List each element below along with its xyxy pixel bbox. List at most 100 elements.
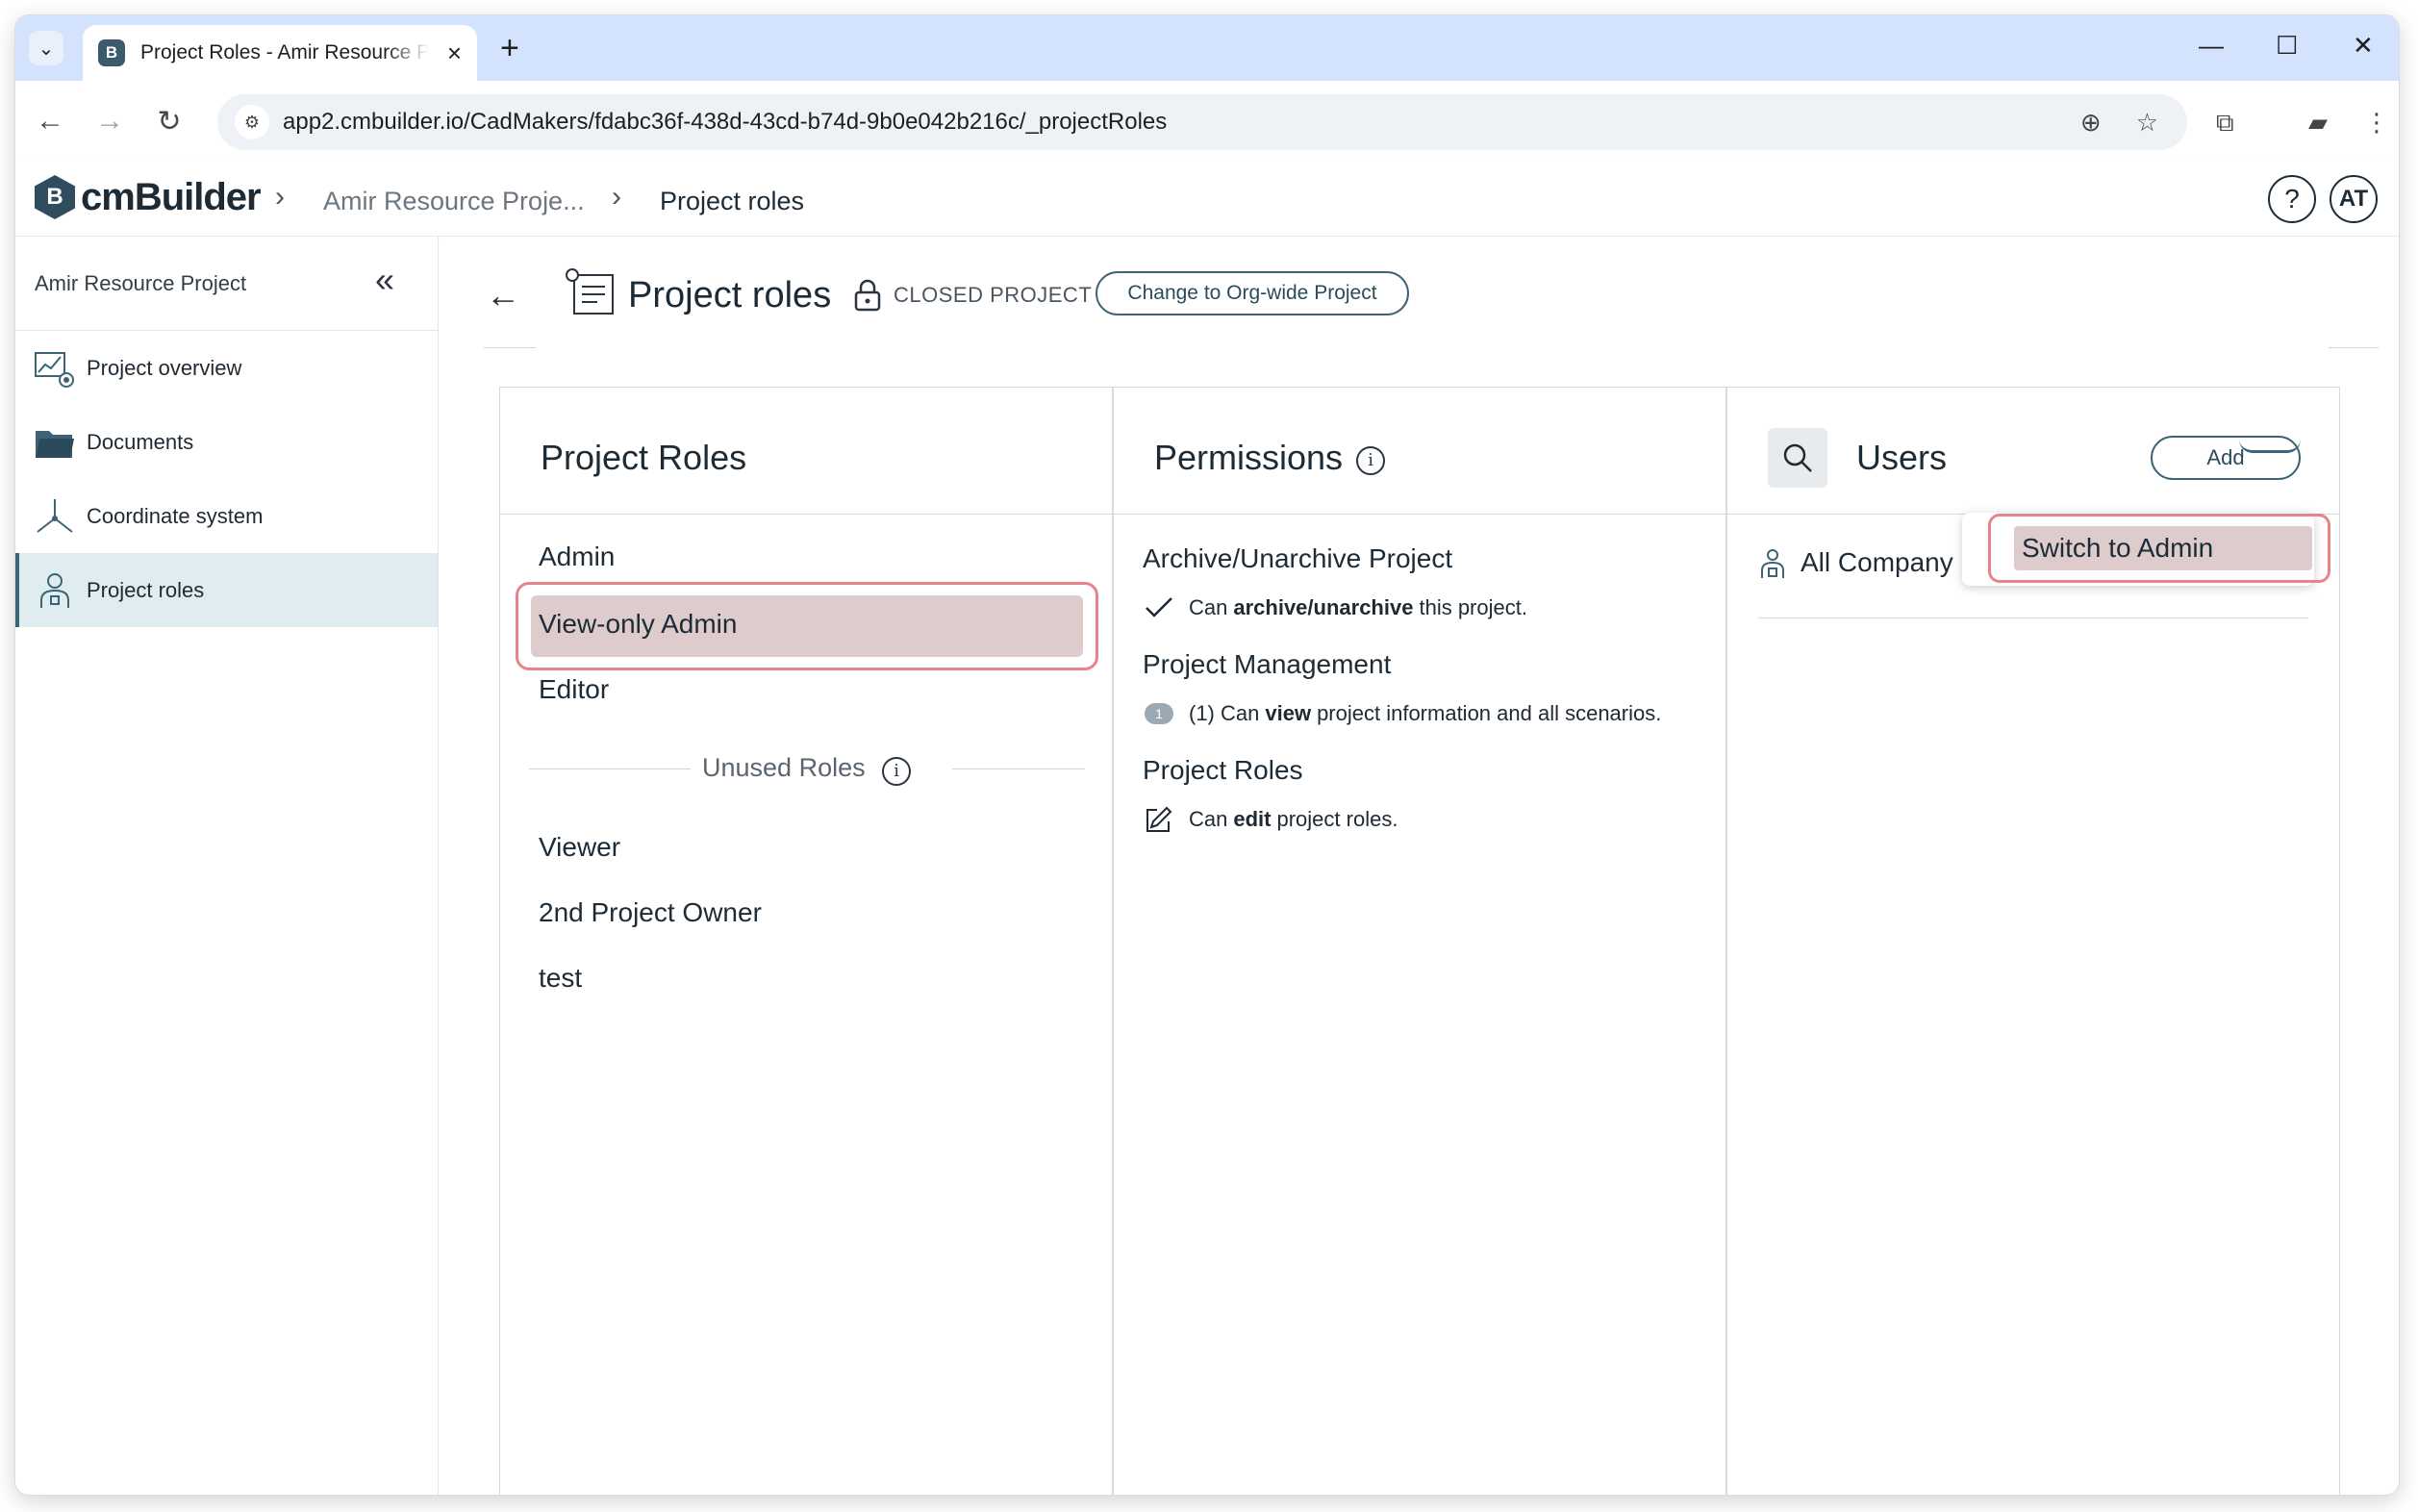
sidebar-item-label: Coordinate system xyxy=(87,503,264,528)
permission-row: Can edit project roles. xyxy=(1143,805,1398,834)
panel-header: Permissions i xyxy=(1114,388,1725,515)
zoom-icon[interactable]: ⊕ xyxy=(2080,108,2102,138)
role-item-admin[interactable]: Admin xyxy=(539,542,615,572)
breadcrumb-chevron-icon: › xyxy=(612,181,621,213)
project-status-label: CLOSED PROJECT xyxy=(894,283,1093,307)
sidebar-item-project-roles[interactable]: Project roles xyxy=(15,553,438,627)
panel-title: Users xyxy=(1856,438,1948,477)
window-close-icon[interactable]: ✕ xyxy=(2353,31,2374,61)
sidebar-item-documents[interactable]: Documents xyxy=(15,405,438,479)
app-header: B cmBuilder › Amir Resource Proje... › P… xyxy=(15,162,2399,237)
page-header: ← Project roles CLOSED PROJECT Change to… xyxy=(440,237,2399,352)
sidebar-item-project-overview[interactable]: Project overview xyxy=(15,331,438,405)
profile-extension-icon[interactable]: ▰ xyxy=(2308,108,2328,138)
avatar[interactable]: AT xyxy=(2330,175,2378,223)
new-tab-icon[interactable]: + xyxy=(500,31,519,65)
logo-mark-icon: B xyxy=(35,175,75,219)
permission-text: Can xyxy=(1189,807,1228,831)
main-content: ← Project roles CLOSED PROJECT Change to… xyxy=(440,237,2399,1495)
permission-text: Can xyxy=(1189,595,1228,619)
panel-header: Project Roles xyxy=(500,388,1112,515)
logo-text: cmBuilder xyxy=(81,175,262,218)
extensions-icon[interactable]: ⧉ xyxy=(2216,108,2234,139)
permission-group-heading: Project Management xyxy=(1143,649,1392,679)
sidebar-header: Amir Resource Project « xyxy=(15,237,438,331)
permission-group-heading: Archive/Unarchive Project xyxy=(1143,543,1453,573)
sidebar-item-coordinate-system[interactable]: Coordinate system xyxy=(15,479,438,553)
info-icon[interactable]: i xyxy=(1356,445,1386,475)
count-badge: 1 xyxy=(1145,703,1173,724)
search-button[interactable] xyxy=(1768,428,1827,488)
project-overview-icon xyxy=(33,346,77,391)
role-item-viewer[interactable]: Viewer xyxy=(539,832,620,863)
sidebar-project-name: Amir Resource Project xyxy=(35,271,247,295)
info-icon[interactable]: i xyxy=(882,756,912,786)
permission-row: Can archive/unarchive this project. xyxy=(1143,593,1527,622)
permission-action: edit xyxy=(1233,807,1272,831)
more-menu-icon[interactable]: ⋮ xyxy=(2364,108,2389,138)
browser-toolbar: ← → ↻ ⚙ app2.cmbuilder.io/CadMakers/fdab… xyxy=(15,81,2399,162)
project-roles-panel: Project Roles Admin View-only Admin Edit… xyxy=(499,387,1113,1495)
panel-title: Permissions i xyxy=(1154,438,1386,478)
back-arrow-icon[interactable]: ← xyxy=(486,275,520,315)
permission-text: project information and all scenarios. xyxy=(1317,701,1662,725)
lock-icon xyxy=(854,279,881,312)
permission-text: this project. xyxy=(1419,595,1527,619)
permission-text: (1) Can xyxy=(1189,701,1260,725)
breadcrumb-chevron-icon: › xyxy=(275,181,285,213)
browser-window: ⌄ B Project Roles - Amir Resource Projec… xyxy=(15,15,2399,1495)
browser-tab[interactable]: B Project Roles - Amir Resource Project … xyxy=(83,25,477,81)
reload-icon[interactable]: ↻ xyxy=(148,100,190,142)
breadcrumb-current: Project roles xyxy=(660,187,805,215)
page-title: Project roles xyxy=(628,275,832,315)
bookmark-star-icon[interactable]: ☆ xyxy=(2136,108,2158,138)
sidebar-item-label: Documents xyxy=(87,429,194,454)
change-to-org-wide-button[interactable]: Change to Org-wide Project xyxy=(1096,271,1409,315)
project-roles-page-icon xyxy=(566,268,614,315)
collapse-sidebar-icon[interactable]: « xyxy=(375,260,394,300)
sidebar: Amir Resource Project « Project overview… xyxy=(15,237,439,1495)
user-name: All Company xyxy=(1801,547,1953,577)
help-button[interactable]: ? xyxy=(2268,175,2316,223)
address-bar[interactable]: ⚙ app2.cmbuilder.io/CadMakers/fdabc36f-4… xyxy=(217,94,2187,150)
cmbuilder-logo[interactable]: B cmBuilder xyxy=(35,175,262,219)
folder-icon xyxy=(33,420,77,465)
back-icon[interactable]: ← xyxy=(29,100,71,142)
panel-title: Project Roles xyxy=(541,438,747,477)
permission-action: view xyxy=(1265,701,1312,725)
minimize-icon[interactable]: — xyxy=(2199,31,2224,61)
tab-strip: ⌄ B Project Roles - Amir Resource Projec… xyxy=(15,15,2399,81)
user-badge-icon xyxy=(33,568,77,613)
count-badge-icon: 1 xyxy=(1143,699,1175,728)
permission-group-heading: Project Roles xyxy=(1143,755,1303,785)
tab-search-chevron-icon[interactable]: ⌄ xyxy=(29,31,63,65)
check-icon xyxy=(1143,593,1175,622)
favicon-icon: B xyxy=(98,39,125,66)
users-panel: Users Add All Company Switch to Admin xyxy=(1726,387,2340,1495)
url-text[interactable]: app2.cmbuilder.io/CadMakers/fdabc36f-438… xyxy=(283,109,1167,136)
permission-text: project roles. xyxy=(1276,807,1398,831)
role-item-2nd-project-owner[interactable]: 2nd Project Owner xyxy=(539,897,762,928)
sidebar-item-label: Project roles xyxy=(87,577,205,602)
edit-icon xyxy=(1143,805,1175,834)
forward-icon[interactable]: → xyxy=(88,100,131,142)
role-item-view-only-admin[interactable]: View-only Admin xyxy=(539,609,737,640)
role-dropdown-edge xyxy=(2239,426,2301,453)
permission-row: 1 (1) Can view project information and a… xyxy=(1143,699,1661,728)
permission-action: archive/unarchive xyxy=(1233,595,1414,619)
tab-close-icon[interactable]: × xyxy=(447,38,462,68)
company-users-icon xyxy=(1761,549,1784,578)
tab-title: Project Roles - Amir Resource Project xyxy=(140,41,429,63)
unused-roles-label: Unused Roles i xyxy=(702,753,912,786)
axes-icon xyxy=(33,494,77,539)
divider xyxy=(2329,347,2379,348)
role-item-test[interactable]: test xyxy=(539,963,582,994)
sidebar-item-label: Project overview xyxy=(87,355,242,380)
breadcrumb-project[interactable]: Amir Resource Proje... xyxy=(323,187,585,216)
maximize-icon[interactable]: ☐ xyxy=(2276,31,2298,61)
site-info-icon[interactable]: ⚙ xyxy=(235,105,269,139)
permissions-panel: Permissions i Archive/Unarchive Project … xyxy=(1113,387,1726,1495)
unused-roles-divider: Unused Roles i xyxy=(529,749,1085,788)
role-item-editor[interactable]: Editor xyxy=(539,674,609,705)
selection-highlight-outline xyxy=(1988,514,2330,583)
